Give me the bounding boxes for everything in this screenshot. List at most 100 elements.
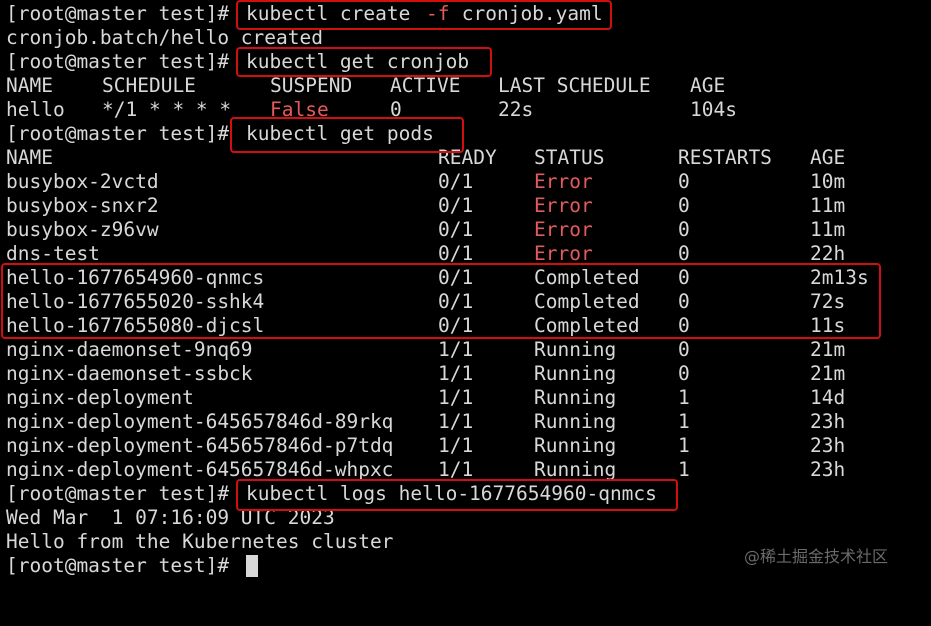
command-line-get-pods: [root@master test]# kubectl get pods (0, 122, 434, 146)
pod-restarts: 0 (678, 314, 690, 337)
cronjob-active: 0 (390, 98, 402, 121)
pod-status: Error (534, 218, 593, 241)
column-header: ACTIVE (390, 74, 461, 97)
command-text: kubectl get cronjob (246, 50, 470, 73)
pod-ready: 1/1 (438, 458, 474, 481)
pod-ready: 0/1 (438, 194, 474, 217)
column-header: NAME (6, 146, 53, 169)
shell-prompt: [root@master test]# (6, 482, 230, 505)
pod-status: Running (534, 362, 617, 385)
pod-name: nginx-deployment (6, 386, 194, 409)
command-flag: -f (426, 2, 450, 25)
column-header: SCHEDULE (102, 74, 196, 97)
pod-ready: 0/1 (438, 170, 474, 193)
text-cursor (246, 555, 258, 577)
pod-ready: 0/1 (438, 266, 474, 289)
pod-age: 23h (810, 410, 846, 433)
pod-status: Completed (534, 314, 640, 337)
pod-status: Running (534, 410, 617, 433)
pod-status: Running (534, 434, 617, 457)
output-line: cronjob.batch/hello created (0, 26, 323, 50)
column-header: READY (438, 146, 497, 169)
pod-age: 21m (810, 362, 846, 385)
shell-prompt: [root@master test]# (6, 554, 230, 577)
pod-restarts: 0 (678, 218, 690, 241)
pods-table-header: NAME READY STATUS RESTARTS AGE (0, 146, 845, 170)
command-text: kubectl logs hello-1677654960-qnmcs (246, 482, 657, 505)
column-header: SUSPEND (270, 74, 353, 97)
cronjob-suspend: False (270, 98, 329, 121)
pod-status: Error (534, 194, 593, 217)
pod-name: dns-test (6, 242, 100, 265)
pod-restarts: 1 (678, 410, 690, 433)
cronjob-age: 104s (690, 98, 737, 121)
pod-ready: 1/1 (438, 386, 474, 409)
pod-restarts: 1 (678, 386, 690, 409)
pod-ready: 1/1 (438, 362, 474, 385)
pod-name: hello-1677655020-sshk4 (6, 290, 265, 313)
command-line-create: [root@master test]# kubectl create -f cr… (0, 2, 603, 26)
pod-restarts: 1 (678, 458, 690, 481)
pod-age: 2m13s (810, 266, 869, 289)
log-text: Wed Mar 1 07:16:09 UTC 2023 (6, 506, 335, 529)
terminal-window[interactable]: [root@master test]# kubectl create -f cr… (0, 0, 931, 586)
pod-ready: 0/1 (438, 218, 474, 241)
command-line-current[interactable]: [root@master test]# (0, 554, 229, 578)
command-argument: cronjob.yaml (450, 2, 603, 25)
pod-restarts: 1 (678, 434, 690, 457)
pod-status: Completed (534, 290, 640, 313)
pod-name: hello-1677654960-qnmcs (6, 266, 265, 289)
column-header: AGE (690, 74, 726, 97)
column-header: NAME (6, 74, 53, 97)
pod-ready: 1/1 (438, 434, 474, 457)
cronjob-last-schedule: 22s (498, 98, 534, 121)
pod-restarts: 0 (678, 362, 690, 385)
pod-status: Running (534, 386, 617, 409)
cronjob-table-header: NAME SCHEDULE SUSPEND ACTIVE LAST SCHEDU… (0, 74, 725, 98)
command-text: kubectl create (246, 2, 423, 25)
pod-restarts: 0 (678, 242, 690, 265)
pod-ready: 1/1 (438, 410, 474, 433)
pod-age: 23h (810, 458, 846, 481)
pod-name: busybox-snxr2 (6, 194, 159, 217)
cronjob-name: hello (6, 98, 65, 121)
pod-status: Completed (534, 266, 640, 289)
pod-age: 11m (810, 218, 846, 241)
pod-status: Error (534, 170, 593, 193)
pod-name: nginx-deployment-645657846d-p7tdq (6, 434, 394, 457)
cronjob-table-row: hello */1 * * * * False 0 22s 104s (0, 98, 737, 122)
pod-name: hello-1677655080-djcsl (6, 314, 265, 337)
pod-ready: 0/1 (438, 242, 474, 265)
pod-name: busybox-2vctd (6, 170, 159, 193)
pod-status: Running (534, 458, 617, 481)
pod-age: 21m (810, 338, 846, 361)
pod-age: 72s (810, 290, 846, 313)
log-line: Hello from the Kubernetes cluster (0, 530, 393, 554)
pod-ready: 0/1 (438, 314, 474, 337)
pod-ready: 1/1 (438, 338, 474, 361)
column-header: RESTARTS (678, 146, 772, 169)
cronjob-schedule: */1 * * * * (102, 98, 232, 121)
pod-age: 23h (810, 434, 846, 457)
pod-status: Error (534, 242, 593, 265)
pod-restarts: 0 (678, 194, 690, 217)
command-text: kubectl get pods (246, 122, 434, 145)
pod-restarts: 0 (678, 266, 690, 289)
pod-age: 10m (810, 170, 846, 193)
create-output: cronjob.batch/hello created (6, 26, 323, 49)
watermark: @稀土掘金技术社区 (744, 547, 889, 566)
pod-restarts: 0 (678, 290, 690, 313)
shell-prompt: [root@master test]# (6, 50, 230, 73)
pod-age: 22h (810, 242, 846, 265)
column-header: AGE (810, 146, 846, 169)
pod-name: nginx-deployment-645657846d-whpxc (6, 458, 394, 481)
log-text: Hello from the Kubernetes cluster (6, 530, 394, 553)
pod-ready: 0/1 (438, 290, 474, 313)
shell-prompt: [root@master test]# (6, 2, 230, 25)
pod-restarts: 0 (678, 170, 690, 193)
pod-age: 14d (810, 386, 846, 409)
pod-name: nginx-daemonset-9nq69 (6, 338, 253, 361)
pod-age: 11s (810, 314, 846, 337)
pod-name: busybox-z96vw (6, 218, 159, 241)
pod-status: Running (534, 338, 617, 361)
